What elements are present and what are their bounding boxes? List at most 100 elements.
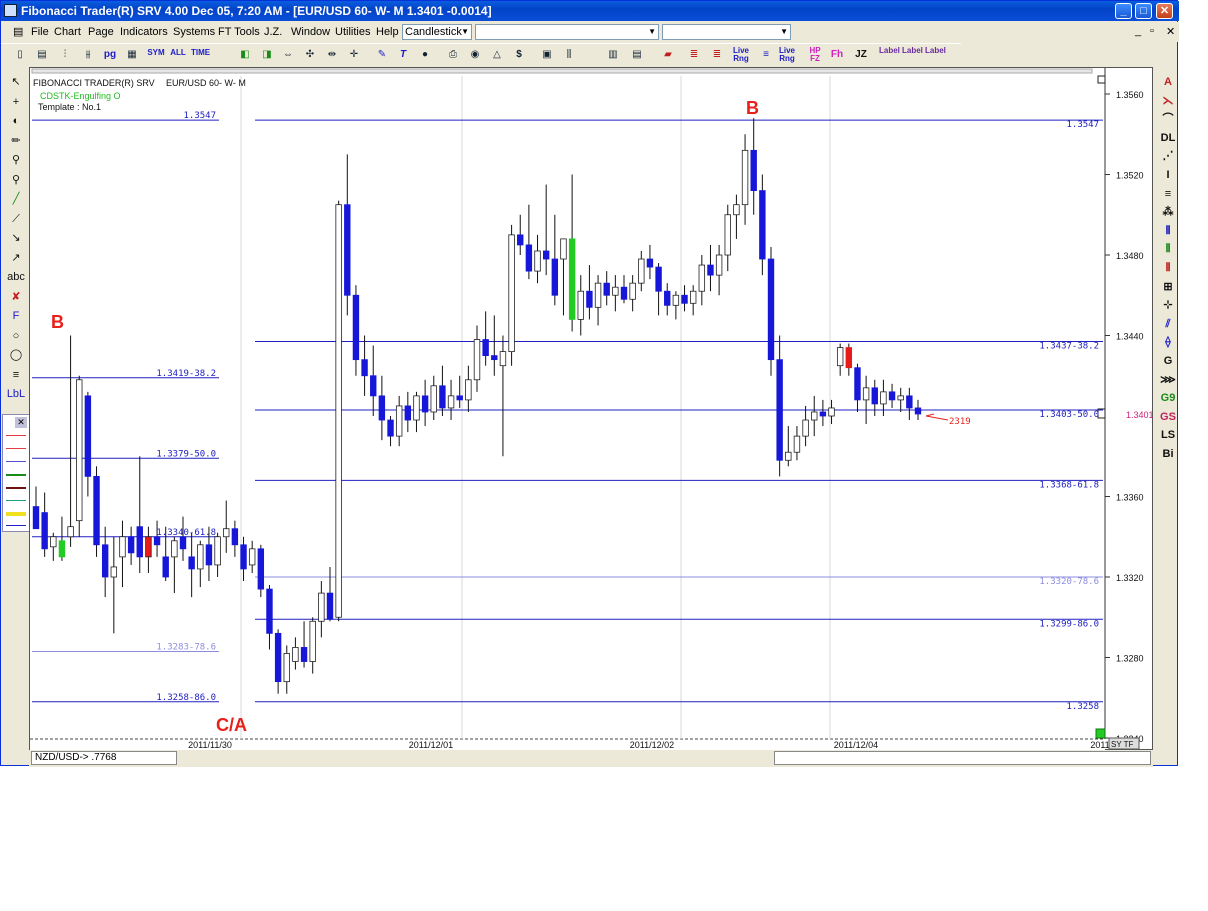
all-button[interactable]: ALL (169, 49, 187, 67)
candle-body[interactable] (767, 258, 775, 361)
candle-body[interactable] (447, 395, 455, 409)
candle-body[interactable] (906, 395, 913, 409)
candle-body[interactable] (793, 435, 801, 453)
tool-gs[interactable]: GS (1157, 408, 1179, 426)
arrow-icon[interactable]: ↗ (5, 249, 27, 267)
color-swatch[interactable] (6, 461, 26, 462)
candle-body[interactable] (880, 391, 887, 405)
candle-body[interactable] (309, 620, 316, 662)
color-swatch[interactable] (6, 487, 26, 489)
candle-body[interactable] (871, 387, 878, 405)
timeframe-select[interactable]: ▼ (662, 24, 791, 40)
bars3-icon[interactable]: ⦀ (1157, 259, 1179, 277)
candle-body[interactable] (240, 544, 247, 570)
expand-icon[interactable]: ✣ (301, 46, 319, 64)
live-range-button-2[interactable]: Live Rng (777, 47, 797, 65)
alert-icon[interactable]: ▰ (659, 46, 677, 64)
tool-f[interactable]: F (5, 307, 27, 325)
menu-indicators[interactable]: Indicators (120, 26, 168, 38)
pitch-icon[interactable]: ⟠ (1157, 333, 1179, 351)
candle-body[interactable] (257, 548, 265, 590)
candle-body[interactable] (84, 395, 92, 477)
candle-body[interactable] (456, 395, 463, 401)
color-swatch[interactable] (6, 500, 26, 501)
candle-body[interactable] (179, 536, 187, 550)
symbol-select[interactable]: ▼ (475, 24, 659, 40)
time-button[interactable]: TIME (191, 49, 210, 67)
color-swatch[interactable] (6, 525, 26, 526)
title-bar[interactable]: Fibonacci Trader(R) SRV 4.00 Dec 05, 7:2… (1, 1, 1179, 21)
trendline-icon[interactable]: ╱ (5, 190, 27, 208)
close-button[interactable]: ✕ (1156, 3, 1173, 19)
scroll-icon[interactable]: ✛ (345, 46, 363, 64)
circle-icon[interactable]: ○ (5, 327, 27, 345)
candle-body[interactable] (231, 528, 239, 546)
sym-button[interactable]: SYM (147, 49, 165, 67)
candle-body[interactable] (413, 395, 420, 421)
candle-body[interactable] (171, 540, 178, 558)
candle-body[interactable] (638, 258, 645, 284)
candle-body[interactable] (439, 385, 446, 409)
menu-utilities[interactable]: Utilities (335, 26, 370, 38)
tile-icon[interactable]: ▥ (604, 46, 622, 64)
lines-icon[interactable]: ≡ (1157, 185, 1179, 203)
erase-icon[interactable]: ✘ (5, 288, 27, 306)
candle-body[interactable] (32, 506, 40, 530)
bars-compare-icon[interactable]: ⫵ (79, 46, 97, 64)
candle-body[interactable] (646, 258, 654, 268)
candle-body[interactable] (110, 566, 118, 578)
candle-body[interactable] (914, 407, 922, 415)
candle-body[interactable] (197, 544, 204, 570)
tool-abc[interactable]: abc (5, 268, 27, 286)
price-chart[interactable]: 1.3560 1.3520 1.3480 1.3440 1.3360 1.3320 1.32… (30, 68, 1154, 751)
candle-body[interactable] (352, 294, 360, 361)
candle-body[interactable] (603, 282, 610, 296)
layout-icon[interactable]: ◧ (236, 46, 254, 64)
crosshair-icon[interactable]: + (5, 93, 27, 111)
candle-body[interactable] (715, 254, 723, 276)
indicators-icon[interactable]: ⫼ (560, 46, 578, 64)
horizontal-scrollbar[interactable] (31, 68, 1093, 74)
zoom-out-icon[interactable]: ⚲ (5, 171, 27, 189)
candle-body[interactable] (370, 375, 377, 397)
grid-icon[interactable]: ▦ (123, 46, 141, 64)
menu-ft-tools[interactable]: FT Tools (218, 26, 260, 38)
candle-body[interactable] (594, 282, 602, 308)
candle-body[interactable] (361, 359, 368, 377)
tool-lbl[interactable]: LbL (5, 385, 27, 403)
bars2-icon[interactable]: ⦀ (1157, 240, 1179, 258)
live-range-button[interactable]: Live Rng (731, 47, 751, 65)
candle-body[interactable] (50, 536, 57, 548)
candle-body[interactable] (482, 339, 489, 357)
page-button[interactable]: pg (101, 46, 119, 64)
candle-body[interactable] (188, 556, 195, 570)
menu-help[interactable]: Help (376, 26, 399, 38)
candle-body[interactable] (162, 556, 169, 578)
tool-a[interactable]: A (1157, 73, 1179, 91)
marks-icon[interactable]: ⁂ (1157, 203, 1179, 221)
ellipse-icon[interactable]: ◯ (5, 346, 27, 364)
candle-body[interactable] (378, 395, 386, 421)
tool-bi[interactable]: Bi (1157, 445, 1179, 463)
candle-body[interactable] (344, 204, 351, 296)
compress-icon[interactable]: ⇹ (323, 46, 341, 64)
dollar-icon[interactable]: $ (510, 46, 528, 64)
candle-body[interactable] (759, 190, 766, 260)
candle-body[interactable] (274, 632, 282, 683)
draw-icon[interactable]: ✎ (373, 46, 391, 64)
candle-body[interactable] (283, 653, 290, 683)
candle-body[interactable] (145, 536, 152, 558)
tool-i[interactable]: I (1157, 166, 1179, 184)
color-swatch[interactable] (6, 435, 26, 436)
slash-icon[interactable]: ⫽ (1157, 315, 1179, 333)
candle-body[interactable] (430, 385, 437, 413)
mdi-close-button[interactable]: ✕ (1166, 25, 1175, 38)
candle-body[interactable] (119, 536, 126, 558)
candle-body[interactable] (101, 544, 109, 578)
candle-body[interactable] (300, 647, 308, 662)
window-icon[interactable]: ▣ (538, 46, 556, 64)
arc-icon[interactable]: ⌒ (1157, 110, 1179, 128)
candle-body[interactable] (465, 379, 472, 401)
candle-body[interactable] (836, 347, 844, 367)
candle-body[interactable] (733, 204, 740, 216)
